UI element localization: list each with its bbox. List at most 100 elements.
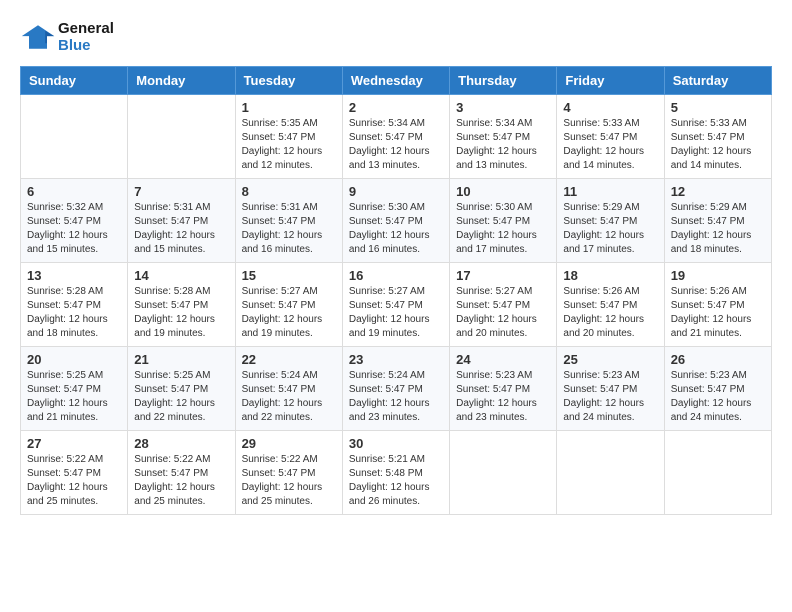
day-number: 1 xyxy=(242,100,336,115)
day-info: Sunrise: 5:31 AMSunset: 5:47 PMDaylight:… xyxy=(134,201,228,257)
day-header-wednesday: Wednesday xyxy=(342,67,449,95)
day-info: Sunrise: 5:23 AMSunset: 5:47 PMDaylight:… xyxy=(456,369,550,425)
calendar-cell: 3Sunrise: 5:34 AMSunset: 5:47 PMDaylight… xyxy=(450,95,557,179)
calendar-cell: 20 Sunrise: 5:25 AMSunset: 5:47 PMDayligh… xyxy=(21,347,128,431)
calendar-week-row: 1 Sunrise: 5:35 AMSunset: 5:47 PMDaylight… xyxy=(21,95,772,179)
calendar-cell: 14 Sunrise: 5:28 AMSunset: 5:47 PMDayligh… xyxy=(128,263,235,347)
calendar-cell xyxy=(21,95,128,179)
day-number: 25 xyxy=(563,352,657,367)
day-number: 21 xyxy=(134,352,228,367)
calendar-week-row: 6 Sunrise: 5:32 AMSunset: 5:47 PMDaylight… xyxy=(21,179,772,263)
header: General Blue xyxy=(20,20,772,54)
day-info: Sunrise: 5:22 AMSunset: 5:47 PMDaylight:… xyxy=(27,453,121,509)
day-info: Sunrise: 5:28 AMSunset: 5:47 PMDaylight:… xyxy=(134,285,228,341)
day-info: Sunrise: 5:34 AMSunset: 5:47 PMDaylight:… xyxy=(456,117,550,173)
day-info: Sunrise: 5:33 AMSunset: 5:47 PMDaylight:… xyxy=(671,117,765,173)
calendar-cell: 27 Sunrise: 5:22 AMSunset: 5:47 PMDayligh… xyxy=(21,431,128,515)
calendar-header-row: SundayMondayTuesdayWednesdayThursdayFrid… xyxy=(21,67,772,95)
day-number: 19 xyxy=(671,268,765,283)
day-number: 26 xyxy=(671,352,765,367)
calendar-cell: 15 Sunrise: 5:27 AMSunset: 5:47 PMDayligh… xyxy=(235,263,342,347)
day-number: 15 xyxy=(242,268,336,283)
day-info: Sunrise: 5:27 AMSunset: 5:47 PMDaylight:… xyxy=(242,285,336,341)
day-info: Sunrise: 5:31 AMSunset: 5:47 PMDaylight:… xyxy=(242,201,336,257)
day-info: Sunrise: 5:24 AMSunset: 5:47 PMDaylight:… xyxy=(242,369,336,425)
calendar-cell: 2 Sunrise: 5:34 AMSunset: 5:47 PMDaylight… xyxy=(342,95,449,179)
day-info: Sunrise: 5:34 AMSunset: 5:47 PMDaylight:… xyxy=(349,117,443,173)
calendar-cell: 19 Sunrise: 5:26 AMSunset: 5:47 PMDayligh… xyxy=(664,263,771,347)
day-number: 27 xyxy=(27,436,121,451)
day-number: 28 xyxy=(134,436,228,451)
day-info: Sunrise: 5:21 AMSunset: 5:48 PMDaylight:… xyxy=(349,453,443,509)
day-number: 18 xyxy=(563,268,657,283)
calendar-cell: 5 Sunrise: 5:33 AMSunset: 5:47 PMDaylight… xyxy=(664,95,771,179)
day-header-thursday: Thursday xyxy=(450,67,557,95)
logo: General Blue xyxy=(20,20,114,54)
day-number: 9 xyxy=(349,184,443,199)
day-info: Sunrise: 5:27 AMSunset: 5:47 PMDaylight:… xyxy=(349,285,443,341)
day-header-friday: Friday xyxy=(557,67,664,95)
calendar-cell: 7 Sunrise: 5:31 AMSunset: 5:47 PMDaylight… xyxy=(128,179,235,263)
calendar-cell: 25 Sunrise: 5:23 AMSunset: 5:47 PMDayligh… xyxy=(557,347,664,431)
calendar-cell: 22 Sunrise: 5:24 AMSunset: 5:47 PMDayligh… xyxy=(235,347,342,431)
calendar-week-row: 27 Sunrise: 5:22 AMSunset: 5:47 PMDayligh… xyxy=(21,431,772,515)
day-header-sunday: Sunday xyxy=(21,67,128,95)
day-number: 12 xyxy=(671,184,765,199)
day-number: 20 xyxy=(27,352,121,367)
calendar-cell: 12 Sunrise: 5:29 AMSunset: 5:47 PMDayligh… xyxy=(664,179,771,263)
logo-text: General Blue xyxy=(58,20,114,54)
calendar-cell: 29 Sunrise: 5:22 AMSunset: 5:47 PMDayligh… xyxy=(235,431,342,515)
day-info: Sunrise: 5:23 AMSunset: 5:47 PMDaylight:… xyxy=(671,369,765,425)
day-number: 14 xyxy=(134,268,228,283)
calendar-cell xyxy=(450,431,557,515)
day-number: 5 xyxy=(671,100,765,115)
day-info: Sunrise: 5:28 AMSunset: 5:47 PMDaylight:… xyxy=(27,285,121,341)
day-number: 17 xyxy=(456,268,550,283)
day-number: 4 xyxy=(563,100,657,115)
calendar-cell: 21Sunrise: 5:25 AMSunset: 5:47 PMDayligh… xyxy=(128,347,235,431)
day-info: Sunrise: 5:22 AMSunset: 5:47 PMDaylight:… xyxy=(134,453,228,509)
day-header-tuesday: Tuesday xyxy=(235,67,342,95)
day-info: Sunrise: 5:23 AMSunset: 5:47 PMDaylight:… xyxy=(563,369,657,425)
calendar-cell xyxy=(128,95,235,179)
calendar-cell: 16 Sunrise: 5:27 AMSunset: 5:47 PMDayligh… xyxy=(342,263,449,347)
day-header-monday: Monday xyxy=(128,67,235,95)
day-info: Sunrise: 5:29 AMSunset: 5:47 PMDaylight:… xyxy=(563,201,657,257)
day-info: Sunrise: 5:29 AMSunset: 5:47 PMDaylight:… xyxy=(671,201,765,257)
day-info: Sunrise: 5:22 AMSunset: 5:47 PMDaylight:… xyxy=(242,453,336,509)
day-number: 22 xyxy=(242,352,336,367)
day-number: 23 xyxy=(349,352,443,367)
calendar-table: SundayMondayTuesdayWednesdayThursdayFrid… xyxy=(20,66,772,515)
day-number: 13 xyxy=(27,268,121,283)
calendar-cell: 8 Sunrise: 5:31 AMSunset: 5:47 PMDaylight… xyxy=(235,179,342,263)
day-info: Sunrise: 5:25 AMSunset: 5:47 PMDaylight:… xyxy=(27,369,121,425)
calendar-week-row: 20 Sunrise: 5:25 AMSunset: 5:47 PMDayligh… xyxy=(21,347,772,431)
day-info: Sunrise: 5:26 AMSunset: 5:47 PMDaylight:… xyxy=(563,285,657,341)
day-info: Sunrise: 5:33 AMSunset: 5:47 PMDaylight:… xyxy=(563,117,657,173)
logo-icon xyxy=(20,23,56,51)
day-info: Sunrise: 5:30 AMSunset: 5:47 PMDaylight:… xyxy=(349,201,443,257)
calendar-cell: 30Sunrise: 5:21 AMSunset: 5:48 PMDayligh… xyxy=(342,431,449,515)
calendar-cell: 6 Sunrise: 5:32 AMSunset: 5:47 PMDaylight… xyxy=(21,179,128,263)
day-number: 8 xyxy=(242,184,336,199)
day-info: Sunrise: 5:30 AMSunset: 5:47 PMDaylight:… xyxy=(456,201,550,257)
day-number: 2 xyxy=(349,100,443,115)
day-info: Sunrise: 5:32 AMSunset: 5:47 PMDaylight:… xyxy=(27,201,121,257)
calendar-cell: 4 Sunrise: 5:33 AMSunset: 5:47 PMDaylight… xyxy=(557,95,664,179)
calendar-cell: 26 Sunrise: 5:23 AMSunset: 5:47 PMDayligh… xyxy=(664,347,771,431)
day-number: 16 xyxy=(349,268,443,283)
day-number: 24 xyxy=(456,352,550,367)
calendar-cell: 10Sunrise: 5:30 AMSunset: 5:47 PMDayligh… xyxy=(450,179,557,263)
calendar-cell: 9 Sunrise: 5:30 AMSunset: 5:47 PMDaylight… xyxy=(342,179,449,263)
calendar-cell: 17Sunrise: 5:27 AMSunset: 5:47 PMDayligh… xyxy=(450,263,557,347)
calendar-cell xyxy=(557,431,664,515)
calendar-cell: 18 Sunrise: 5:26 AMSunset: 5:47 PMDayligh… xyxy=(557,263,664,347)
calendar-cell: 23Sunrise: 5:24 AMSunset: 5:47 PMDayligh… xyxy=(342,347,449,431)
day-number: 29 xyxy=(242,436,336,451)
day-number: 6 xyxy=(27,184,121,199)
calendar-week-row: 13 Sunrise: 5:28 AMSunset: 5:47 PMDayligh… xyxy=(21,263,772,347)
day-number: 11 xyxy=(563,184,657,199)
day-info: Sunrise: 5:35 AMSunset: 5:47 PMDaylight:… xyxy=(242,117,336,173)
day-number: 7 xyxy=(134,184,228,199)
day-info: Sunrise: 5:26 AMSunset: 5:47 PMDaylight:… xyxy=(671,285,765,341)
